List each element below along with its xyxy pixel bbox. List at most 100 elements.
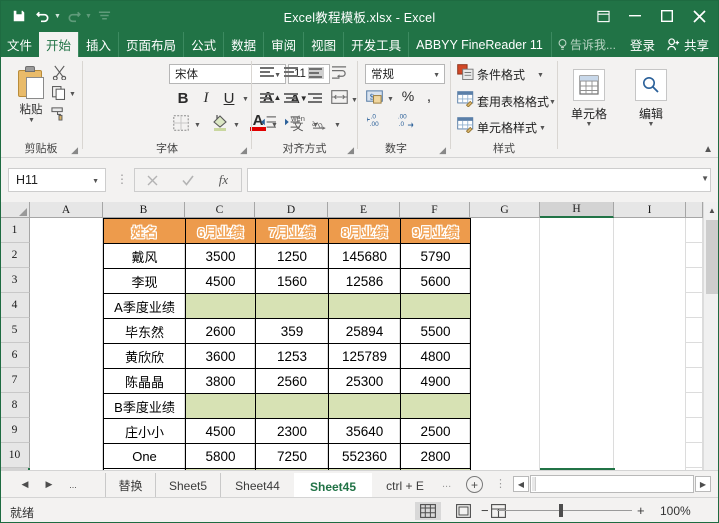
table-cell-D9[interactable]: 2300 xyxy=(255,418,329,444)
table-cell-B3[interactable]: 李现 xyxy=(103,268,186,294)
font-dialog-launcher[interactable]: ◢ xyxy=(240,145,247,156)
row-header-7[interactable]: 7 xyxy=(0,368,30,393)
tab-file[interactable]: 文件 xyxy=(0,32,39,57)
active-cell-selection[interactable] xyxy=(540,468,615,470)
table-header-name[interactable]: 姓名 xyxy=(103,218,186,244)
table-cell-E2[interactable]: 145680 xyxy=(328,243,401,269)
clipboard-dialog-launcher[interactable]: ◢ xyxy=(71,145,78,156)
table-header-jul[interactable]: 7月业绩 xyxy=(255,218,329,244)
table-cell-F2[interactable]: 5790 xyxy=(400,243,471,269)
row-header-9[interactable]: 9 xyxy=(0,418,30,443)
zoom-level-label[interactable]: 100% xyxy=(660,504,691,518)
zoom-in-button[interactable]: + xyxy=(637,503,645,518)
column-header-I[interactable]: I xyxy=(614,202,686,218)
column-header-B[interactable]: B xyxy=(103,202,185,218)
table-cell-D10[interactable]: 7250 xyxy=(255,443,329,469)
table-cell-B2[interactable]: 戴风 xyxy=(103,243,186,269)
ribbon-display-options-icon[interactable] xyxy=(587,1,619,31)
align-top-icon[interactable] xyxy=(260,67,276,79)
table-cell-B6[interactable]: 黄欣欣 xyxy=(103,343,186,369)
table-cell-B8[interactable]: B季度业绩 xyxy=(103,393,186,419)
cell-styles-label[interactable]: 单元格样式 xyxy=(477,119,537,136)
maximize-button[interactable] xyxy=(651,1,683,31)
table-cell-B5[interactable]: 毕东然 xyxy=(103,318,186,344)
table-cell-F10[interactable]: 2800 xyxy=(400,443,471,469)
sheet-overflow-icon[interactable]: ... xyxy=(442,478,451,490)
decrease-decimal-icon[interactable]: .00.0 xyxy=(395,110,419,130)
table-cell-D5[interactable]: 359 xyxy=(255,318,329,344)
scroll-up-icon[interactable]: ▲ xyxy=(704,202,719,218)
row-header-6[interactable]: 6 xyxy=(0,343,30,368)
table-cell-D2[interactable]: 1250 xyxy=(255,243,329,269)
vertical-scrollbar[interactable]: ▲ xyxy=(703,202,719,470)
table-cell-D3[interactable]: 1560 xyxy=(255,268,329,294)
table-header-sep[interactable]: 9月业绩 xyxy=(400,218,471,244)
conditional-formatting-dropdown-icon[interactable]: ▼ xyxy=(537,72,544,79)
horizontal-scrollbar[interactable] xyxy=(530,475,694,493)
expand-formula-bar-icon[interactable]: ▼ xyxy=(701,174,709,183)
table-header-aug[interactable]: 8月业绩 xyxy=(328,218,401,244)
alignment-dialog-launcher[interactable]: ◢ xyxy=(347,145,354,156)
zoom-out-button[interactable]: − xyxy=(481,503,489,518)
table-cell-C8[interactable] xyxy=(185,393,256,419)
accounting-format-icon[interactable]: $ xyxy=(366,89,383,105)
column-header-D[interactable]: D xyxy=(255,202,328,218)
align-middle-icon[interactable] xyxy=(284,67,300,79)
increase-indent-icon[interactable] xyxy=(284,115,301,129)
row-header-1[interactable]: 1 xyxy=(0,218,30,243)
previous-sheet-icon[interactable]: ◀ xyxy=(16,476,34,493)
table-cell-D6[interactable]: 1253 xyxy=(255,343,329,369)
sheet-tab-sheet5[interactable]: Sheet5 xyxy=(155,473,220,498)
cell-styles-dropdown-icon[interactable]: ▼ xyxy=(539,125,546,132)
cut-icon[interactable] xyxy=(52,65,67,83)
table-cell-D8[interactable] xyxy=(255,393,329,419)
column-header-F[interactable]: F xyxy=(400,202,470,218)
next-sheet-icon[interactable]: ▶ xyxy=(40,476,58,493)
table-cell-E10[interactable]: 552360 xyxy=(328,443,401,469)
hscroll-right-icon[interactable]: ▶ xyxy=(695,476,711,492)
table-cell-F7[interactable]: 4900 xyxy=(400,368,471,394)
tab-home[interactable]: 开始 xyxy=(39,32,79,57)
conditional-formatting-label[interactable]: 条件格式 xyxy=(477,66,525,83)
format-as-table-icon[interactable] xyxy=(457,91,474,107)
normal-view-icon[interactable] xyxy=(415,502,441,520)
align-right-icon[interactable] xyxy=(308,93,324,105)
orientation-dropdown-icon[interactable]: ▼ xyxy=(334,122,341,129)
table-cell-C9[interactable]: 4500 xyxy=(185,418,256,444)
format-painter-icon[interactable] xyxy=(50,106,67,124)
conditional-formatting-icon[interactable] xyxy=(457,64,474,80)
table-cell-D7[interactable]: 2560 xyxy=(255,368,329,394)
sheet-tab-ctrl-e[interactable]: ctrl + E xyxy=(372,473,438,498)
copy-icon[interactable] xyxy=(52,86,66,103)
table-cell-C5[interactable]: 2600 xyxy=(185,318,256,344)
accounting-dropdown-icon[interactable]: ▼ xyxy=(387,96,394,103)
row-header-2[interactable]: 2 xyxy=(0,243,30,268)
zoom-slider-thumb[interactable] xyxy=(559,504,563,517)
align-bottom-icon[interactable] xyxy=(308,67,324,79)
column-header-G[interactable]: G xyxy=(470,202,540,218)
paste-dropdown-icon[interactable]: ▼ xyxy=(28,117,35,124)
sheet-tab-sheet44[interactable]: Sheet44 xyxy=(220,473,294,498)
table-cell-C6[interactable]: 3600 xyxy=(185,343,256,369)
minimize-button[interactable] xyxy=(619,1,651,31)
table-cell-F3[interactable]: 5600 xyxy=(400,268,471,294)
wrap-text-icon[interactable] xyxy=(331,65,348,80)
sign-in-button[interactable]: 登录 xyxy=(622,32,663,57)
table-cell-C4[interactable] xyxy=(185,293,256,319)
editing-dropdown-icon[interactable]: ▼ xyxy=(620,121,682,128)
name-box[interactable]: H11 ▼ xyxy=(8,168,106,192)
tab-page-layout[interactable]: 页面布局 xyxy=(118,32,183,57)
increase-decimal-icon[interactable]: .0.00 xyxy=(366,110,390,130)
table-cell-E7[interactable]: 25300 xyxy=(328,368,401,394)
formula-input[interactable] xyxy=(247,168,711,192)
table-cell-E9[interactable]: 35640 xyxy=(328,418,401,444)
cells-dropdown-icon[interactable]: ▼ xyxy=(558,121,620,128)
column-header-A[interactable]: A xyxy=(30,202,103,218)
cell-styles-icon[interactable] xyxy=(457,117,474,133)
collapse-ribbon-icon[interactable]: ▲ xyxy=(703,144,713,155)
merge-cells-icon[interactable] xyxy=(331,90,348,104)
name-box-dropdown-icon[interactable]: ▼ xyxy=(92,178,99,185)
table-cell-C7[interactable]: 3800 xyxy=(185,368,256,394)
tab-view[interactable]: 视图 xyxy=(303,32,343,57)
underline-button[interactable]: U xyxy=(220,89,238,107)
